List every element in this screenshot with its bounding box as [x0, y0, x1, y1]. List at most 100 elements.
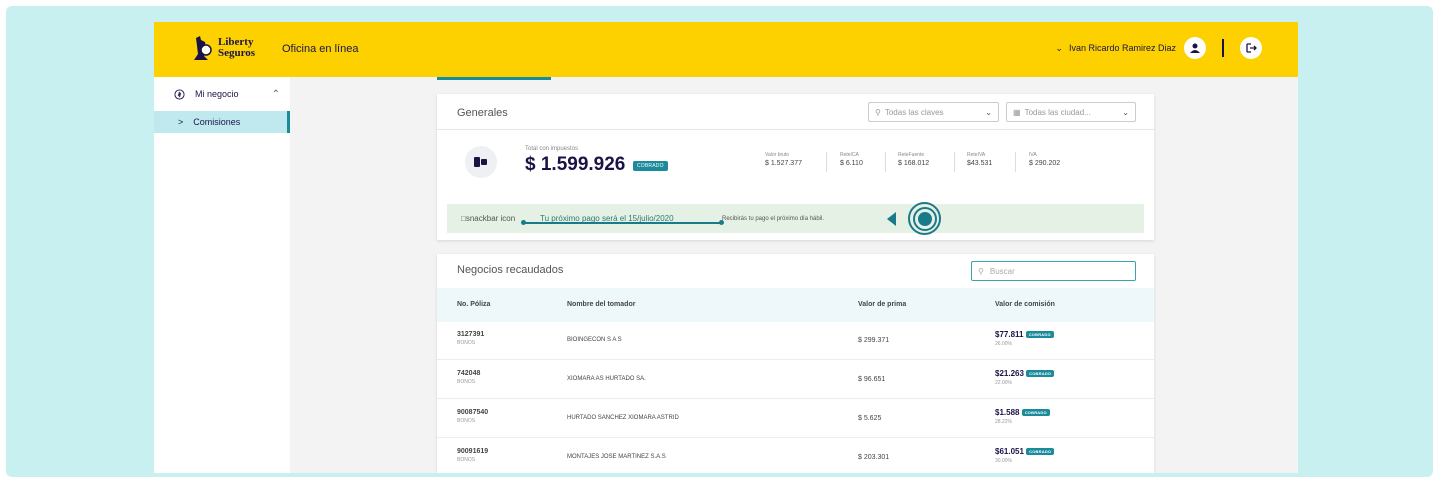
metric-iva: IVA $ 290.202 [1029, 152, 1060, 167]
chevron-right-icon: > [178, 117, 184, 127]
metric-reteiva: ReteIVA $43.531 [967, 152, 992, 167]
sidebar-item-mi-negocio[interactable]: Mi negocio ⌃ [154, 83, 290, 105]
snackbar-icon-alt: snackbar icon [465, 214, 516, 223]
poliza-type: BONOS [457, 379, 476, 385]
comision-percent: 30.00% [995, 458, 1012, 464]
metric-divider [1015, 152, 1016, 172]
comision-percent: 22.00% [995, 380, 1012, 386]
comision-cell: $61.051 COBRADO 30.00% [995, 447, 1055, 464]
pointer-triangle-icon [887, 212, 896, 226]
ciudad-select[interactable]: ▦ Todas las ciudad... ⌄ [1006, 102, 1136, 122]
header-divider [1222, 39, 1224, 57]
search-input[interactable]: ⚲ Buscar [971, 261, 1136, 281]
comision-cell: $77.811 COBRADO 26.00% [995, 330, 1054, 347]
user-area: ⌄ Ivan Ricardo Ramirez Diaz [1055, 37, 1262, 59]
app-title: Oficina en línea [282, 43, 359, 55]
prima-cell: $ 96.651 [858, 376, 886, 383]
metric-value: $43.531 [967, 160, 993, 167]
poliza-type: BONOS [457, 340, 476, 346]
user-name[interactable]: Ivan Ricardo Ramirez Diaz [1069, 43, 1176, 53]
search-placeholder: Buscar [989, 266, 1015, 276]
status-badge: COBRADO [1025, 331, 1054, 339]
column-header[interactable]: Valor de comisión [995, 301, 1055, 308]
comision-cell: $1.588 COBRADO 28.22% [995, 408, 1050, 425]
prima-cell: $ 203.301 [858, 454, 890, 461]
highlight-underline [523, 222, 721, 224]
metric-value: $ 1.527.377 [765, 160, 802, 167]
column-header[interactable]: Valor de prima [858, 301, 906, 308]
chevron-up-icon[interactable]: ⌃ [272, 89, 280, 100]
chevron-down-icon: ⌄ [985, 107, 992, 117]
card-divider [437, 129, 1154, 130]
metric-label: IVA [1029, 152, 1037, 158]
building-icon: ▦ [1013, 107, 1021, 117]
comision-value: $1.588 [995, 408, 1020, 417]
claves-select[interactable]: ⚲ Todas las claves ⌄ [868, 102, 999, 122]
sidebar: Mi negocio ⌃ > Comisiones [154, 77, 290, 473]
coins-icon [465, 146, 497, 178]
active-tab-indicator [437, 77, 551, 80]
metric-label: Valor bruto [765, 152, 790, 158]
metric-value: $ 168.012 [898, 160, 930, 167]
poliza-cell: 90091619 BONOS [457, 448, 488, 463]
sidebar-item-comisiones[interactable]: > Comisiones [154, 111, 290, 133]
comision-cell: $21.263 COBRADO 22.00% [995, 369, 1055, 386]
poliza-cell: 742048 BONOS [457, 370, 480, 385]
tomador-cell: MONTAJES JOSE MARTINEZ S.A.S [567, 454, 666, 460]
table-row[interactable]: 90087540 BONOS HURTADO SANCHEZ XIOMARA AS… [437, 400, 1154, 438]
poliza-number: 742048 [457, 370, 481, 377]
metric-divider [954, 152, 955, 172]
comision-value: $61.051 [995, 447, 1024, 456]
status-badge: COBRADO [633, 161, 668, 171]
metric-divider [826, 152, 827, 172]
prima-cell: $ 5.625 [858, 415, 882, 422]
poliza-cell: 3127391 BONOS [457, 331, 484, 346]
marker-inner-ring [912, 206, 937, 231]
comision-percent: 26.00% [995, 341, 1012, 347]
table-row[interactable]: 90091619 BONOS MONTAJES JOSE MARTINEZ S.A… [437, 439, 1154, 473]
app-window: Liberty Seguros Oficina en línea ⌄ Ivan … [154, 22, 1298, 473]
logo-line2: Seguros [218, 47, 256, 59]
user-profile-button[interactable] [1184, 37, 1206, 59]
marker-core [917, 211, 932, 226]
search-icon: ⚲ [978, 266, 984, 276]
sidebar-item-label: Comisiones [193, 117, 241, 127]
poliza-number: 90087540 [457, 409, 489, 416]
total-label: Total con impuestos [525, 146, 579, 152]
business-icon [174, 88, 185, 100]
metric-label: ReteIVA [967, 152, 986, 158]
metric-reteica: ReteICA $ 6.110 [840, 152, 863, 167]
comision-value: $77.811 [995, 330, 1024, 339]
liberty-logo[interactable]: Liberty Seguros [192, 36, 255, 60]
table-row[interactable]: 3127391 BONOS BIOINGECON S A S $ 299.371 … [437, 322, 1154, 360]
ciudad-select-value: Todas las ciudad... [1024, 107, 1091, 117]
poliza-type: BONOS [457, 457, 476, 463]
search-icon: ⚲ [875, 107, 881, 117]
metric-value: $ 290.202 [1029, 160, 1061, 167]
snackbar-message: Recibirás tu pago el próximo día hábil. [722, 215, 825, 222]
status-badge: COBRADO [1026, 370, 1055, 378]
poliza-cell: 90087540 BONOS [457, 409, 488, 424]
total-value: $ 1.599.926 [525, 154, 626, 175]
poliza-type: BONOS [457, 418, 476, 424]
logout-button[interactable] [1240, 37, 1262, 59]
user-icon [1190, 43, 1200, 53]
prima-cell: $ 299.371 [858, 337, 890, 344]
comision-percent: 28.22% [995, 419, 1012, 425]
metric-divider [885, 152, 886, 172]
tomador-cell: HURTADO SANCHEZ XIOMARA ASTRID [567, 415, 679, 421]
statue-of-liberty-icon [192, 36, 214, 60]
comision-value: $21.263 [995, 369, 1024, 378]
status-badge: COBRADO [1026, 448, 1055, 456]
generales-card: Generales ⚲ Todas las claves ⌄ ▦ Todas l… [437, 94, 1154, 240]
column-header[interactable]: No. Póliza [457, 301, 490, 308]
metric-label: ReteFuente [898, 152, 925, 158]
table-row[interactable]: 742048 BONOS XIOMARA AS HURTADO SA. $ 96.… [437, 361, 1154, 399]
negocios-title: Negocios recaudados [457, 264, 564, 276]
chevron-down-icon[interactable]: ⌄ [1055, 43, 1063, 54]
underline-dot [521, 220, 526, 225]
sidebar-item-label: Mi negocio [195, 89, 239, 99]
column-header[interactable]: Nombre del tomador [567, 301, 635, 308]
metric-value: $ 6.110 [840, 160, 863, 167]
metric-label: ReteICA [840, 152, 859, 158]
